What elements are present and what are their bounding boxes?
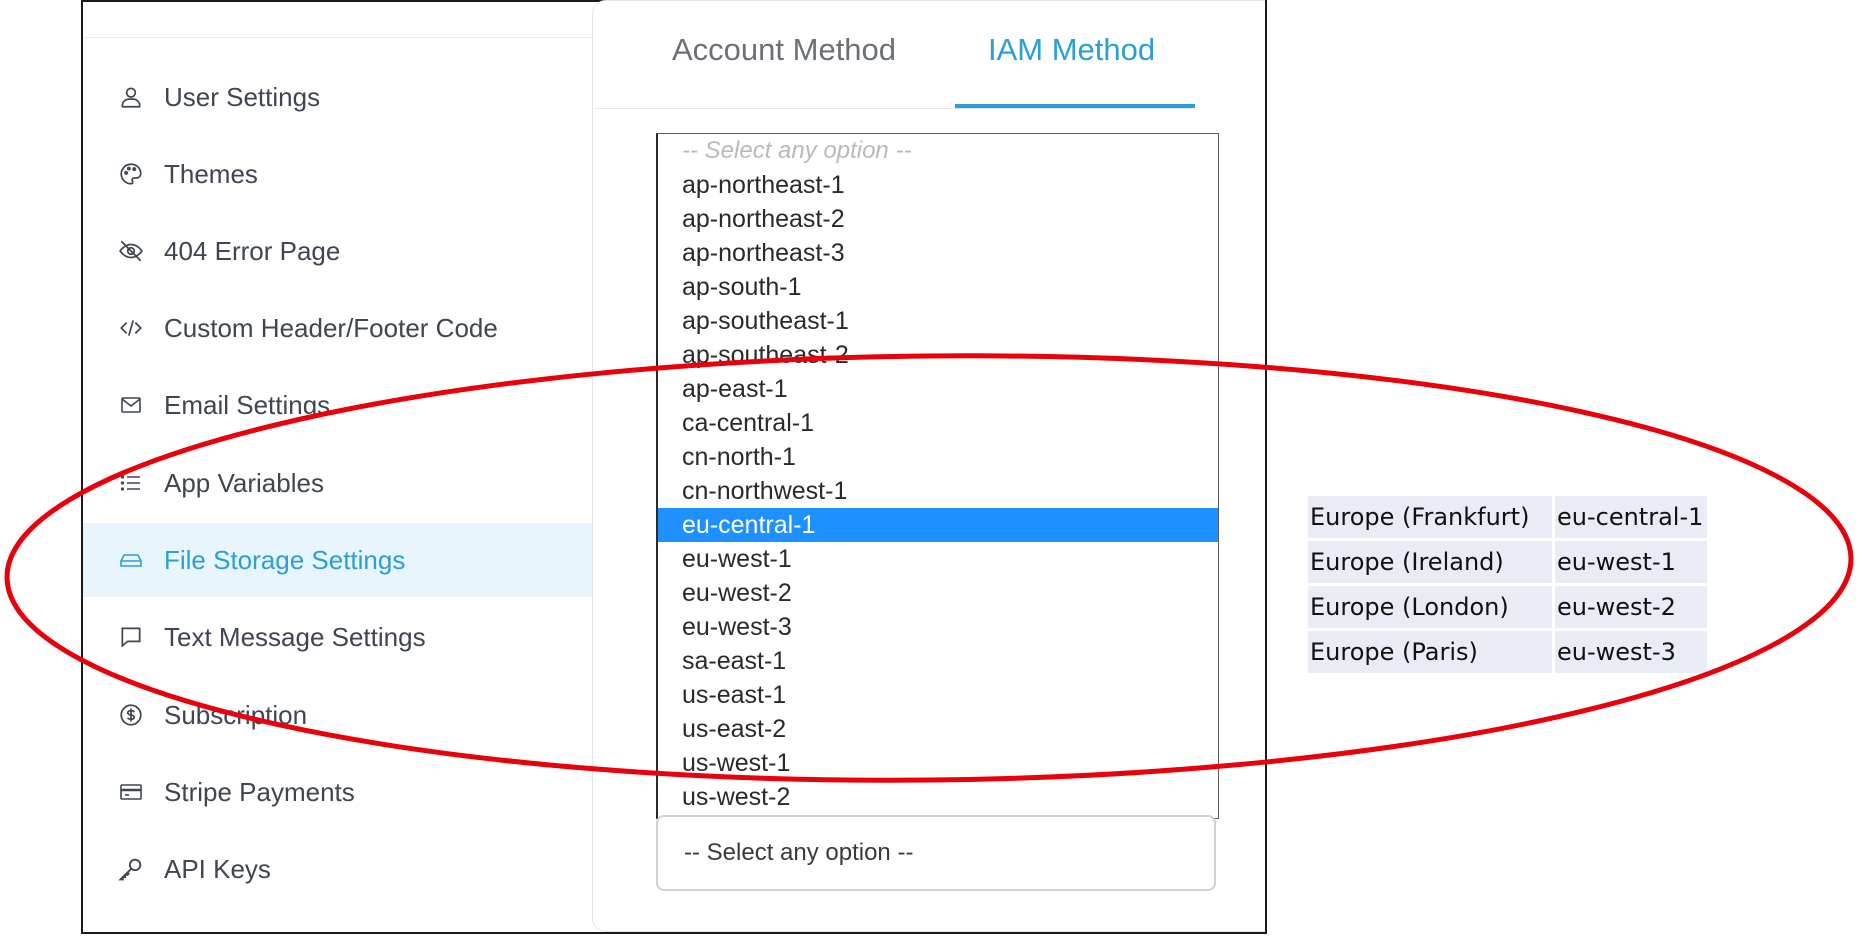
active-tab-indicator [955, 104, 1195, 108]
sidebar-item-email-settings[interactable]: Email Settings [83, 368, 653, 442]
dollar-circle-icon [116, 700, 146, 730]
region-code-cell: eu-central-1 [1555, 496, 1708, 538]
window-right-border [1265, 0, 1267, 934]
region-option[interactable]: ap-east-1 [658, 372, 1218, 406]
sidebar-item-label: App Variables [164, 467, 324, 498]
tab-iam-method[interactable]: IAM Method [988, 32, 1155, 68]
region-option[interactable]: us-west-1 [658, 746, 1218, 780]
sidebar-item-subscription[interactable]: Subscription [83, 678, 653, 752]
region-option[interactable]: ap-southeast-1 [658, 304, 1218, 338]
region-option-selected[interactable]: eu-central-1 [658, 508, 1218, 542]
palette-icon [116, 159, 146, 189]
sidebar-item-themes[interactable]: Themes [83, 137, 653, 211]
table-row: Europe (London) eu-west-2 [1308, 586, 1708, 628]
region-option[interactable]: eu-west-2 [658, 576, 1218, 610]
region-option[interactable]: ap-northeast-3 [658, 236, 1218, 270]
region-name-cell: Europe (Frankfurt) [1308, 496, 1552, 538]
region-option[interactable]: us-west-2 [658, 780, 1218, 814]
region-option[interactable]: ca-central-1 [658, 406, 1218, 440]
region-listbox[interactable]: -- Select any option -- ap-northeast-1 a… [656, 133, 1219, 819]
table-row: Europe (Frankfurt) eu-central-1 [1308, 496, 1708, 538]
sidebar-item-label: Themes [164, 158, 258, 189]
code-icon [116, 313, 146, 343]
region-option[interactable]: us-east-2 [658, 712, 1218, 746]
region-option[interactable]: ap-northeast-2 [658, 202, 1218, 236]
region-name-cell: Europe (Paris) [1308, 631, 1552, 673]
region-option[interactable]: cn-north-1 [658, 440, 1218, 474]
sidebar-item-label: Subscription [164, 699, 308, 730]
region-reference-table: Europe (Frankfurt) eu-central-1 Europe (… [1305, 493, 1710, 676]
sidebar-item-404-error-page[interactable]: 404 Error Page [83, 214, 653, 288]
secondary-select[interactable]: -- Select any option -- [656, 815, 1216, 891]
tab-account-method[interactable]: Account Method [672, 32, 896, 68]
sidebar-item-label: User Settings [164, 81, 321, 112]
window-bottom-border [592, 932, 1267, 934]
user-icon [116, 82, 146, 112]
region-name-cell: Europe (Ireland) [1308, 541, 1552, 583]
sidebar-item-label: File Storage Settings [164, 544, 406, 575]
outside-window-area [1267, 0, 1858, 937]
settings-sidebar: User Settings Themes 404 Error Page Cust… [83, 38, 653, 932]
hard-drive-icon [116, 545, 146, 575]
region-option-placeholder[interactable]: -- Select any option -- [658, 134, 1218, 168]
region-code-cell: eu-west-1 [1555, 541, 1708, 583]
sidebar-item-custom-code[interactable]: Custom Header/Footer Code [83, 291, 653, 365]
sidebar-item-label: 404 Error Page [164, 235, 341, 266]
key-icon [116, 854, 146, 884]
region-code-cell: eu-west-2 [1555, 586, 1708, 628]
message-icon [116, 622, 146, 652]
table-row: Europe (Paris) eu-west-3 [1308, 631, 1708, 673]
sidebar-item-user-settings[interactable]: User Settings [83, 60, 653, 134]
region-code-cell: eu-west-3 [1555, 631, 1708, 673]
region-option[interactable]: sa-east-1 [658, 644, 1218, 678]
region-option[interactable]: eu-west-3 [658, 610, 1218, 644]
region-option[interactable]: cn-northwest-1 [658, 474, 1218, 508]
sidebar-item-stripe-payments[interactable]: Stripe Payments [83, 755, 653, 829]
region-option[interactable]: ap-southeast-2 [658, 338, 1218, 372]
list-icon [116, 468, 146, 498]
sidebar-item-api-keys[interactable]: API Keys [83, 832, 653, 906]
region-option[interactable]: us-east-1 [658, 678, 1218, 712]
sidebar-item-label: Text Message Settings [164, 621, 426, 652]
sidebar-item-app-variables[interactable]: App Variables [83, 446, 653, 520]
tab-divider [592, 108, 1192, 109]
sidebar-item-text-message-settings[interactable]: Text Message Settings [83, 600, 653, 674]
sidebar-item-label: Email Settings [164, 389, 331, 420]
mail-icon [116, 390, 146, 420]
table-row: Europe (Ireland) eu-west-1 [1308, 541, 1708, 583]
region-option[interactable]: eu-west-1 [658, 542, 1218, 576]
sidebar-item-label: API Keys [164, 853, 271, 884]
credit-card-icon [116, 777, 146, 807]
region-name-cell: Europe (London) [1308, 586, 1552, 628]
sidebar-item-label: Custom Header/Footer Code [164, 312, 498, 343]
sidebar-item-file-storage-settings[interactable]: File Storage Settings [83, 523, 653, 597]
sidebar-item-label: Stripe Payments [164, 776, 355, 807]
region-option[interactable]: ap-northeast-1 [658, 168, 1218, 202]
region-option[interactable]: ap-south-1 [658, 270, 1218, 304]
eye-off-icon [116, 236, 146, 266]
